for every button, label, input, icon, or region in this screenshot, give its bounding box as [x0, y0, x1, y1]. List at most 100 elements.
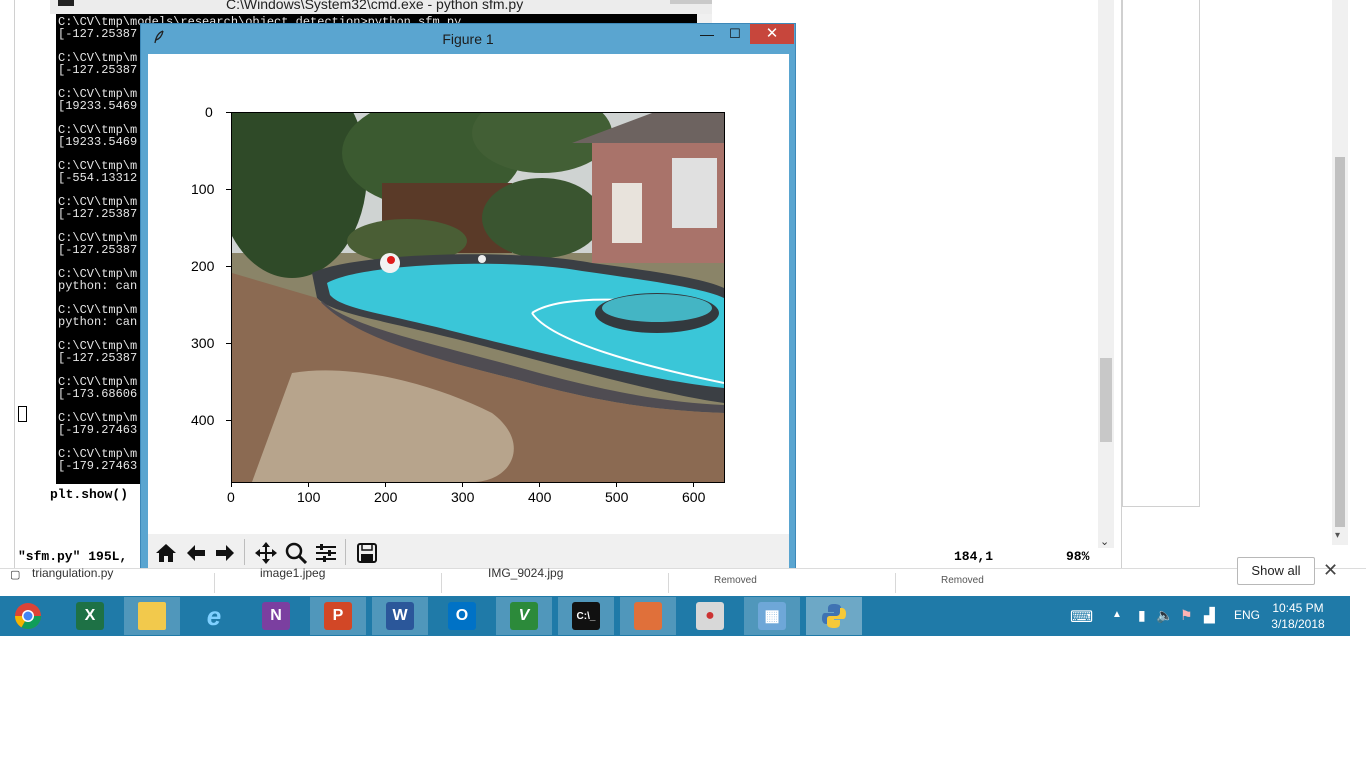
show-all-button[interactable]: Show all	[1237, 557, 1315, 585]
console-line: [-127.25387	[58, 207, 138, 221]
console-line: [-173.68606	[58, 387, 138, 401]
cmd-title-bar[interactable]: C:\Windows\System32\cmd.exe - python sfm…	[50, 0, 712, 14]
outlook-icon[interactable]: O	[434, 597, 490, 635]
keyboard-icon[interactable]: ⌨	[1070, 607, 1093, 627]
vim-icon[interactable]: V	[496, 597, 552, 635]
download-item[interactable]: Removed	[686, 569, 886, 597]
console-line: [-127.25387	[58, 351, 138, 365]
clock-time: 10:45 PM	[1272, 601, 1324, 615]
toolbar-separator	[244, 539, 245, 565]
x-tick-label: 400	[528, 489, 552, 505]
right-pane	[1122, 0, 1200, 507]
onenote-icon[interactable]: N	[248, 597, 304, 635]
file-explorer-icon[interactable]	[124, 597, 180, 635]
back-icon[interactable]	[181, 538, 211, 568]
console-line: [-127.25387	[58, 27, 138, 41]
y-tick-label: 200	[191, 258, 215, 274]
console-line: [-554.13312	[58, 171, 138, 185]
download-item[interactable]: ▢ triangulation.py	[10, 566, 210, 597]
y-tick-label: 0	[205, 104, 213, 120]
x-tick-label: 200	[374, 489, 398, 505]
y-tick-label: 100	[191, 181, 215, 197]
download-separator	[441, 573, 442, 593]
download-status: Removed	[714, 575, 757, 586]
powerpoint-icon[interactable]: P	[310, 597, 366, 635]
save-icon[interactable]	[352, 538, 382, 568]
battery-icon[interactable]: ▮	[1138, 607, 1146, 624]
figure-title-bar[interactable]: Figure 1 — ☐ ✕	[141, 24, 795, 54]
console-line: python: can	[58, 279, 138, 293]
close-button[interactable]: ✕	[750, 24, 794, 44]
download-status: Removed	[941, 575, 984, 586]
feather-icon	[153, 30, 165, 47]
x-tick-label: 0	[227, 489, 235, 505]
file-icon: ▢	[10, 569, 21, 581]
excel-icon[interactable]: X	[62, 597, 118, 635]
console-line: python: can	[58, 315, 138, 329]
vim-status-file: "sfm.py" 195L,	[18, 549, 136, 564]
x-tick-label: 600	[682, 489, 706, 505]
cmd-icon[interactable]: C:\_	[558, 597, 614, 635]
y-tick-label: 300	[191, 335, 215, 351]
clock-date: 3/18/2018	[1271, 617, 1325, 631]
maximize-button[interactable]: ☐	[725, 26, 745, 48]
vim-code-line: plt.show()	[50, 487, 129, 502]
x-tick-label: 300	[451, 489, 475, 505]
figure-canvas[interactable]: 0 100 200 300 400 0 100 200 300 400 500 …	[148, 54, 789, 534]
chrome-icon[interactable]	[0, 597, 56, 635]
show-hidden-icons-icon[interactable]: ▲	[1112, 609, 1122, 620]
x-tick-label: 100	[297, 489, 321, 505]
figure-window: Figure 1 — ☐ ✕ 0 100 200 300 400 0 100 2…	[140, 23, 796, 576]
page-scrollbar-thumb[interactable]	[1335, 157, 1345, 527]
paint-icon[interactable]: ●	[682, 597, 738, 635]
calculator-icon[interactable]: ▦	[744, 597, 800, 635]
word-icon[interactable]: W	[372, 597, 428, 635]
cmd-title-scroll	[670, 0, 712, 4]
console-line: [-179.27463	[58, 459, 138, 473]
toolbar-separator	[345, 539, 346, 565]
console-line: [-127.25387	[58, 243, 138, 257]
download-name: triangulation.py	[32, 566, 114, 580]
forward-icon[interactable]	[210, 538, 240, 568]
console-line: [19233.5469	[58, 135, 138, 149]
download-bar: ▢ triangulation.py image1.jpeg IMG_9024.…	[0, 566, 1366, 597]
python-icon[interactable]	[806, 597, 862, 635]
pan-icon[interactable]	[251, 538, 281, 568]
download-name: image1.jpeg	[260, 566, 326, 580]
snipping-icon[interactable]	[620, 597, 676, 635]
page-scroll-down-icon[interactable]: ▾	[1335, 530, 1340, 541]
download-name: IMG_9024.jpg	[488, 566, 564, 580]
y-tick-label: 400	[191, 412, 215, 428]
download-item[interactable]: image1.jpeg	[232, 566, 432, 597]
cmd-icon	[58, 0, 74, 6]
pool-photo	[231, 112, 725, 483]
console-line: [19233.5469	[58, 99, 138, 113]
close-downloads-icon[interactable]: ✕	[1323, 560, 1338, 581]
action-center-icon[interactable]: ⚑	[1180, 607, 1193, 624]
page-scrollbar[interactable]: ▾	[1332, 0, 1348, 545]
vim-status-position: 184,1	[954, 549, 994, 564]
download-item[interactable]: IMG_9024.jpg	[460, 566, 660, 597]
vim-scrollbar[interactable]	[1098, 0, 1114, 548]
language-indicator[interactable]: ENG	[1234, 608, 1260, 622]
vim-status-percent: 98%	[1066, 549, 1090, 564]
download-separator	[668, 573, 669, 593]
vim-scroll-down-icon[interactable]: ⌄	[1100, 535, 1109, 548]
vim-scrollbar-thumb[interactable]	[1100, 358, 1112, 442]
x-tick-label: 500	[605, 489, 629, 505]
configure-icon[interactable]	[311, 538, 341, 568]
clock[interactable]: 10:45 PM 3/18/2018	[1262, 600, 1334, 632]
minimize-button[interactable]: —	[697, 26, 717, 48]
console-line: [-179.27463	[58, 423, 138, 437]
console-line: [-127.25387	[58, 63, 138, 77]
home-icon[interactable]	[151, 538, 181, 568]
internet-explorer-icon[interactable]: e	[186, 597, 242, 635]
vim-cursor	[18, 406, 27, 422]
network-icon[interactable]: ▟	[1204, 607, 1215, 624]
cmd-title: C:\Windows\System32\cmd.exe - python sfm…	[226, 0, 524, 12]
figure-toolbar	[148, 534, 789, 571]
download-item[interactable]: Removed	[912, 569, 1112, 597]
download-separator	[895, 573, 896, 593]
volume-icon[interactable]: 🔈	[1156, 607, 1173, 624]
zoom-icon[interactable]	[281, 538, 311, 568]
